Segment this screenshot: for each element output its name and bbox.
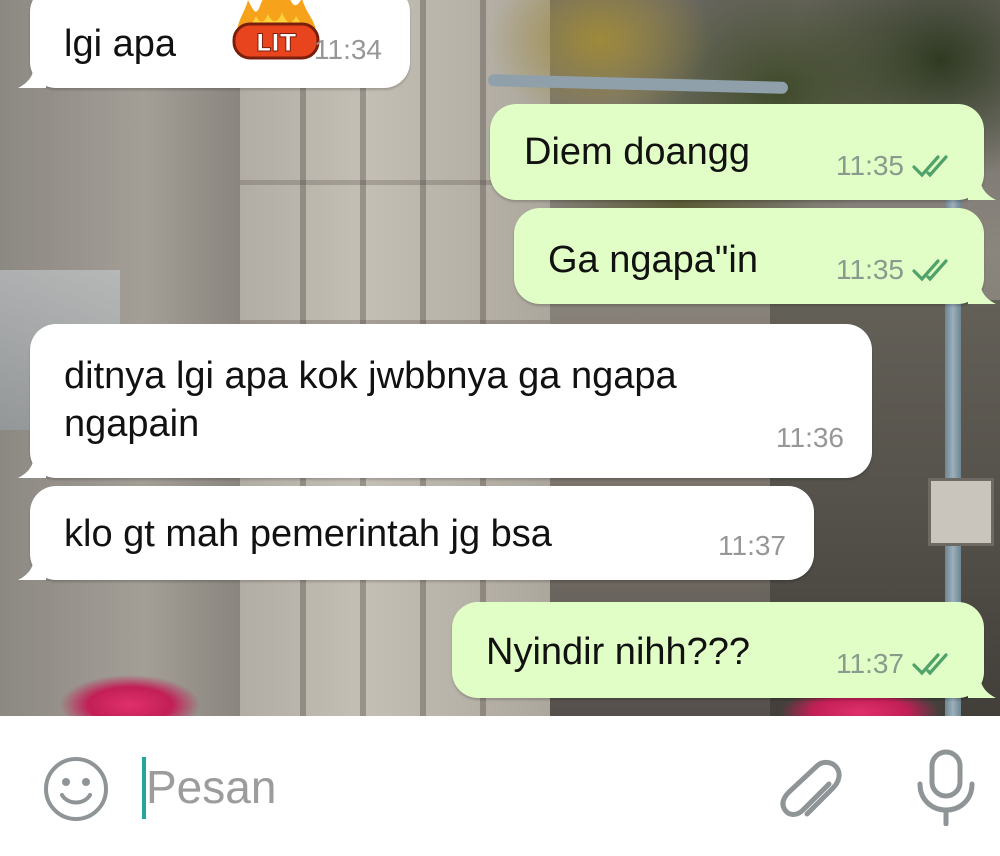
message-text-line: ditnya lgi apa kok jwbbnya ga ngapa (64, 355, 677, 397)
bubble-tail (18, 64, 46, 88)
message-time: 11:35 (836, 254, 904, 285)
message-text: Ga ngapa"in (548, 239, 758, 281)
message-text: Nyindir nihh??? (486, 631, 751, 673)
message-bubble-outgoing[interactable]: Diem doangg 11:35 (490, 104, 996, 200)
message-bubble-incoming[interactable]: ditnya lgi apa kok jwbbnya ga ngapa ngap… (18, 324, 872, 478)
message-meta: 11:35 (836, 246, 956, 294)
message-bubble-incoming[interactable]: klo gt mah pemerintah jg bsa 11:37 (18, 486, 814, 580)
double-check-icon (912, 155, 948, 178)
message-bubble-outgoing[interactable]: Nyindir nihh??? 11:37 (452, 602, 996, 698)
bubble-tail (968, 280, 996, 304)
microphone-icon[interactable] (912, 748, 980, 826)
double-check-icon (912, 653, 948, 676)
bubble-tail (18, 556, 46, 580)
message-time: 11:36 (776, 422, 844, 453)
message-bubble-incoming[interactable]: lgi apa LIT 11:34 (18, 0, 410, 88)
message-meta: 11:36 (776, 414, 844, 462)
message-meta: 11:35 (836, 142, 956, 190)
double-check-icon (912, 259, 948, 282)
message-time: 11:35 (836, 150, 904, 181)
message-text-line: ngapain (64, 403, 200, 445)
message-meta: 11:34 (314, 26, 382, 74)
wallpaper-street-lamp (928, 478, 994, 546)
lit-sticker-icon: LIT (230, 0, 322, 66)
message-text: Diem doangg (524, 131, 751, 173)
message-meta: 11:37 (836, 640, 956, 688)
message-text: lgi apa (64, 23, 176, 65)
message-text: klo gt mah pemerintah jg bsa (64, 513, 552, 555)
message-input[interactable] (146, 752, 746, 822)
message-time: 11:34 (314, 34, 382, 65)
message-meta: 11:37 (718, 522, 786, 570)
wallpaper-flowers (60, 675, 200, 716)
message-bubble-outgoing[interactable]: Ga ngapa"in 11:35 (514, 208, 996, 304)
svg-text:LIT: LIT (256, 29, 297, 57)
message-time: 11:37 (718, 530, 786, 561)
paperclip-icon[interactable] (775, 752, 845, 826)
bubble-tail (18, 454, 46, 478)
bubble-tail (968, 176, 996, 200)
emoji-icon[interactable] (42, 755, 110, 823)
bubble-tail (968, 674, 996, 698)
message-time: 11:37 (836, 648, 904, 679)
